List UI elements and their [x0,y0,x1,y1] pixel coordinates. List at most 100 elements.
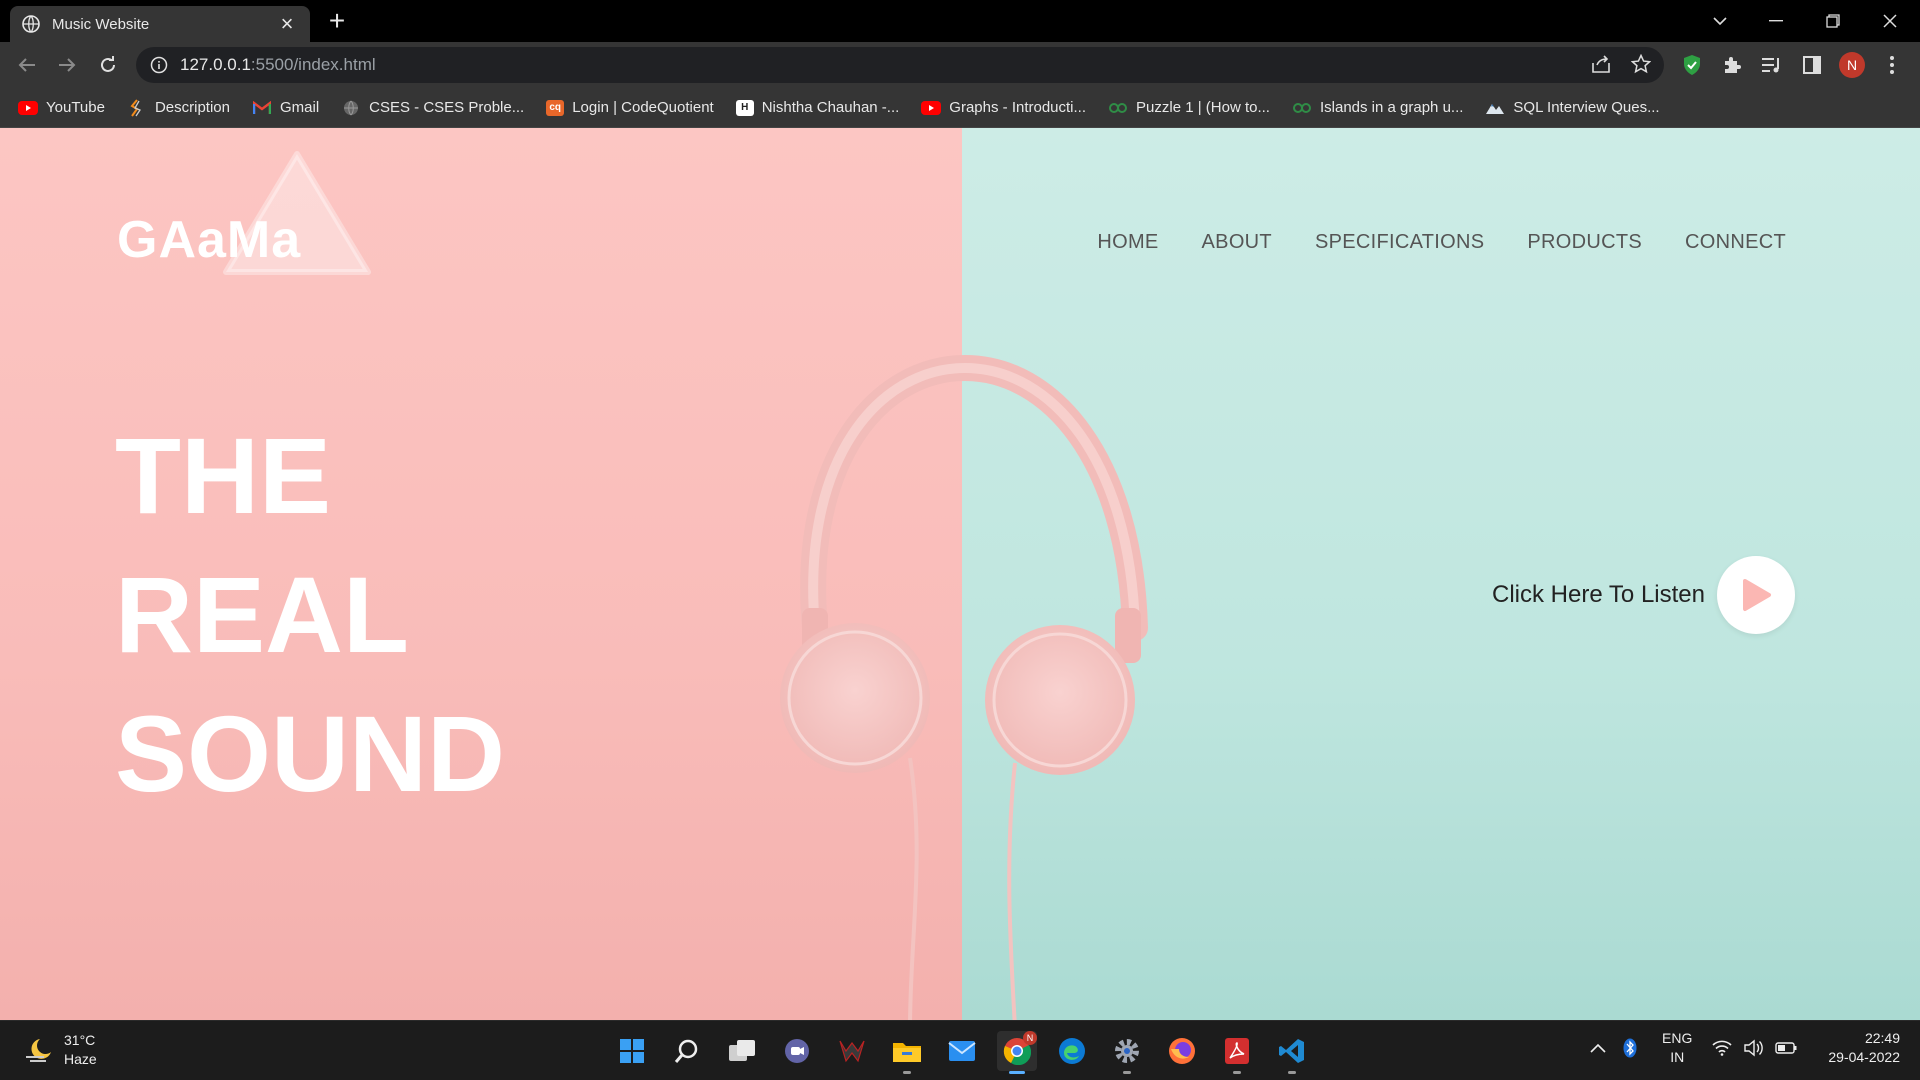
bookmark-label: Nishtha Chauhan -... [761,99,900,116]
start-icon[interactable] [612,1031,652,1071]
chrome-icon[interactable]: N [997,1031,1037,1074]
bookmark-islands[interactable]: Islands in a graph u... [1292,99,1463,116]
mail-icon[interactable] [942,1031,982,1071]
restore-button[interactable] [1813,6,1853,36]
language-code: ENG [1662,1030,1693,1046]
share-icon[interactable] [1588,51,1614,77]
bookmark-puzzle[interactable]: Puzzle 1 | (How to... [1108,99,1270,116]
clock[interactable]: 22:49 29-04-2022 [1828,1029,1900,1067]
bookmark-sql[interactable]: SQL Interview Ques... [1485,99,1660,116]
bookmark-label: Puzzle 1 | (How to... [1136,99,1270,116]
hero-line: SOUND [115,693,506,814]
url-host: 127.0.0.1 [180,55,251,74]
bookmark-cses[interactable]: CSES - CSES Proble... [341,99,524,116]
system-tray: ENG IN 22:49 29-04-2022 [1586,1029,1900,1067]
reload-button[interactable] [93,50,123,80]
running-indicator [1123,1071,1131,1074]
play-button[interactable] [1717,556,1795,634]
running-indicator [1009,1071,1025,1074]
profile-avatar[interactable]: N [1839,52,1865,78]
minimize-button[interactable] [1756,6,1796,36]
taskbar: 31°C Haze N ENG IN 22:49 29-04-2022 [0,1020,1920,1080]
hero-line: THE [115,415,331,536]
codequotient-icon: cq [546,99,565,116]
hero-line: REAL [115,554,409,675]
back-button[interactable] [12,50,42,80]
firefox-icon[interactable] [1162,1031,1202,1071]
media-controls-icon[interactable] [1758,51,1786,79]
bookmark-gmail[interactable]: Gmail [252,99,319,116]
browser-toolbar: 127.0.0.1:5500/index.html N [0,42,1920,88]
side-panel-icon[interactable] [1798,51,1826,79]
geeksforgeeks-icon [1292,100,1312,116]
youtube-icon [921,100,942,116]
nav-home[interactable]: HOME [1097,231,1158,254]
file-explorer-icon[interactable] [887,1031,927,1074]
bookmark-label: SQL Interview Ques... [1513,99,1660,116]
bookmark-graphs[interactable]: Graphs - Introducti... [921,99,1086,116]
vscode-icon[interactable] [1272,1031,1312,1074]
site-logo[interactable]: GAaMa [112,150,372,280]
bluetooth-icon[interactable] [1618,1036,1642,1060]
listen-cta[interactable]: Click Here To Listen [1492,556,1795,634]
forward-button[interactable] [52,50,82,80]
region-code: IN [1670,1049,1685,1065]
youtube-icon [18,100,38,116]
language-indicator[interactable]: ENG IN [1662,1029,1692,1067]
teams-chat-icon[interactable] [777,1031,817,1071]
browser-tab[interactable]: Music Website × [10,6,310,42]
logo-text: GAaMa [117,211,302,269]
nav-connect[interactable]: CONNECT [1685,231,1786,254]
acrobat-icon[interactable] [1217,1031,1257,1074]
nav-about[interactable]: ABOUT [1202,231,1272,254]
bookmark-youtube[interactable]: YouTube [18,99,105,116]
edge-icon[interactable] [1052,1031,1092,1071]
search-icon[interactable] [667,1031,707,1071]
chrome-profile-badge: N [1023,1031,1037,1045]
bookmark-star-icon[interactable] [1628,51,1654,77]
listen-label[interactable]: Click Here To Listen [1492,581,1705,609]
geeksforgeeks-icon [1108,100,1128,116]
main-nav: HOME ABOUT SPECIFICATIONS PRODUCTS CONNE… [1097,231,1786,254]
bookmark-label: Gmail [279,99,320,116]
bookmark-description[interactable]: Description [127,98,230,117]
bookmark-hackerearth[interactable]: H Nishtha Chauhan -... [735,99,900,116]
nav-products[interactable]: PRODUCTS [1527,231,1642,254]
play-icon [1743,579,1771,611]
bookmark-label: Login | CodeQuotient [572,99,714,116]
wifi-icon[interactable] [1710,1036,1734,1060]
site-info-icon[interactable] [150,56,168,74]
nav-specifications[interactable]: SPECIFICATIONS [1315,231,1484,254]
menu-icon[interactable] [1878,51,1906,79]
web-page: GAaMa HOME ABOUT SPECIFICATIONS PRODUCTS… [0,128,1920,1020]
bookmark-label: Graphs - Introducti... [949,99,1087,116]
running-indicator [903,1071,911,1074]
predator-sense-icon[interactable] [832,1031,872,1071]
shield-icon[interactable] [1678,51,1706,79]
globe-icon [341,100,361,116]
extensions-icon[interactable] [1718,51,1746,79]
task-view-icon[interactable] [722,1031,762,1071]
tab-search-icon[interactable] [1700,6,1740,36]
battery-icon[interactable] [1774,1036,1798,1060]
address-bar[interactable]: 127.0.0.1:5500/index.html [136,47,1664,83]
clock-date: 29-04-2022 [1828,1049,1900,1065]
running-indicator [1288,1071,1296,1074]
volume-icon[interactable] [1742,1036,1766,1060]
weather-condition: Haze [64,1051,97,1067]
tab-title: Music Website [52,15,150,33]
new-tab-button[interactable]: + [324,7,350,35]
close-tab-icon[interactable]: × [276,13,298,35]
chevron-up-icon[interactable] [1586,1036,1610,1060]
bookmark-label: YouTube [46,99,105,116]
bookmark-codequotient[interactable]: cq Login | CodeQuotient [546,99,714,116]
bookmark-label: CSES - CSES Proble... [369,99,525,116]
close-window-button[interactable] [1870,6,1910,36]
globe-icon [22,15,40,33]
headphones-illustration [780,354,1148,1020]
moon-haze-icon [26,1039,51,1062]
running-indicator [1233,1071,1241,1074]
settings-icon[interactable] [1107,1031,1147,1074]
weather-widget[interactable]: 31°C Haze [24,1031,97,1069]
description-icon [127,98,147,117]
